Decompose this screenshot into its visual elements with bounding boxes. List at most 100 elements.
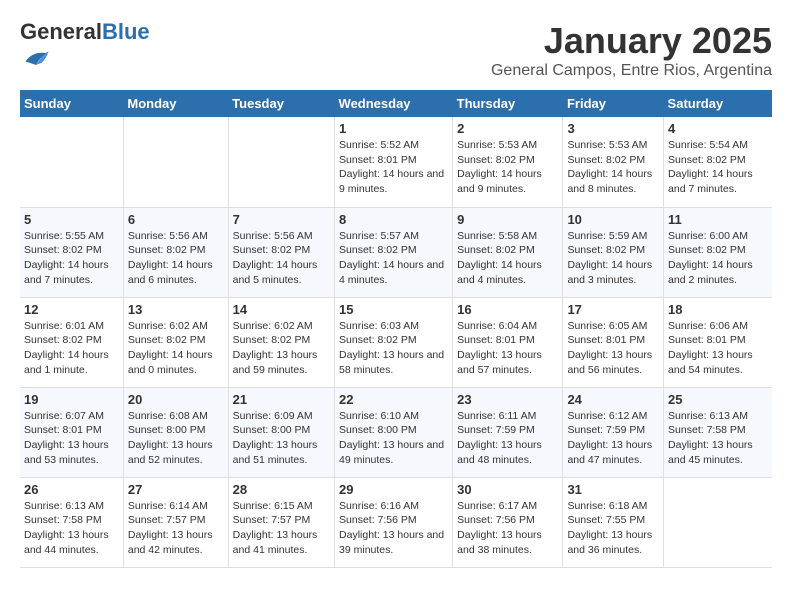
calendar-cell: 6 Sunrise: 5:56 AMSunset: 8:02 PMDaylight… bbox=[123, 207, 228, 297]
calendar-cell: 30 Sunrise: 6:17 AMSunset: 7:56 PMDayligh… bbox=[453, 477, 563, 567]
day-info: Sunrise: 6:15 AMSunset: 7:57 PMDaylight:… bbox=[233, 499, 330, 558]
day-info: Sunrise: 6:17 AMSunset: 7:56 PMDaylight:… bbox=[457, 499, 558, 558]
calendar-cell: 25 Sunrise: 6:13 AMSunset: 7:58 PMDayligh… bbox=[664, 387, 772, 477]
calendar-cell: 28Sunrise: 6:15 AMSunset: 7:57 PMDayligh… bbox=[228, 477, 334, 567]
day-info: Sunrise: 6:18 AMSunset: 7:55 PMDaylight:… bbox=[567, 499, 659, 558]
main-title: January 2025 bbox=[491, 20, 772, 62]
day-info: Sunrise: 6:01 AMSunset: 8:02 PMDaylight:… bbox=[24, 319, 119, 378]
calendar-cell: 5Sunrise: 5:55 AMSunset: 8:02 PMDaylight… bbox=[20, 207, 123, 297]
day-info: Sunrise: 6:08 AMSunset: 8:00 PMDaylight:… bbox=[128, 409, 224, 468]
calendar-week-4: 19 Sunrise: 6:07 AMSunset: 8:01 PMDayligh… bbox=[20, 387, 772, 477]
day-number: 11 bbox=[668, 212, 768, 227]
calendar-week-2: 5Sunrise: 5:55 AMSunset: 8:02 PMDaylight… bbox=[20, 207, 772, 297]
day-info: Sunrise: 5:54 AMSunset: 8:02 PMDaylight:… bbox=[668, 138, 768, 197]
day-info: Sunrise: 6:07 AMSunset: 8:01 PMDaylight:… bbox=[24, 409, 119, 468]
day-of-week-friday: Friday bbox=[563, 90, 664, 117]
day-number: 8 bbox=[339, 212, 448, 227]
calendar-cell: 24 Sunrise: 6:12 AMSunset: 7:59 PMDayligh… bbox=[563, 387, 664, 477]
day-info: Sunrise: 6:14 AMSunset: 7:57 PMDaylight:… bbox=[128, 499, 224, 558]
day-of-week-saturday: Saturday bbox=[664, 90, 772, 117]
calendar-cell: 10 Sunrise: 5:59 AMSunset: 8:02 PMDayligh… bbox=[563, 207, 664, 297]
calendar-cell: 4 Sunrise: 5:54 AMSunset: 8:02 PMDaylight… bbox=[664, 117, 772, 207]
calendar-cell bbox=[664, 477, 772, 567]
calendar-cell: 22 Sunrise: 6:10 AMSunset: 8:00 PMDayligh… bbox=[335, 387, 453, 477]
day-number: 12 bbox=[24, 302, 119, 317]
day-of-week-tuesday: Tuesday bbox=[228, 90, 334, 117]
logo: GeneralBlue bbox=[20, 20, 150, 77]
calendar-cell: 23 Sunrise: 6:11 AMSunset: 7:59 PMDayligh… bbox=[453, 387, 563, 477]
day-of-week-wednesday: Wednesday bbox=[335, 90, 453, 117]
day-number: 27 bbox=[128, 482, 224, 497]
day-of-week-thursday: Thursday bbox=[453, 90, 563, 117]
day-number: 13 bbox=[128, 302, 224, 317]
day-info: Sunrise: 6:03 AMSunset: 8:02 PMDaylight:… bbox=[339, 319, 448, 378]
days-of-week-row: SundayMondayTuesdayWednesdayThursdayFrid… bbox=[20, 90, 772, 117]
day-info: Sunrise: 6:04 AMSunset: 8:01 PMDaylight:… bbox=[457, 319, 558, 378]
calendar-cell: 21 Sunrise: 6:09 AMSunset: 8:00 PMDayligh… bbox=[228, 387, 334, 477]
day-info: Sunrise: 6:16 AMSunset: 7:56 PMDaylight:… bbox=[339, 499, 448, 558]
logo-general-text: General bbox=[20, 19, 102, 44]
day-of-week-sunday: Sunday bbox=[20, 90, 123, 117]
day-info: Sunrise: 5:53 AMSunset: 8:02 PMDaylight:… bbox=[567, 138, 659, 197]
calendar-cell: 13Sunrise: 6:02 AMSunset: 8:02 PMDayligh… bbox=[123, 297, 228, 387]
logo-bird-icon bbox=[22, 44, 50, 72]
logo-blue-text: Blue bbox=[102, 19, 150, 44]
day-info: Sunrise: 6:10 AMSunset: 8:00 PMDaylight:… bbox=[339, 409, 448, 468]
day-info: Sunrise: 5:56 AMSunset: 8:02 PMDaylight:… bbox=[128, 229, 224, 288]
calendar-table: SundayMondayTuesdayWednesdayThursdayFrid… bbox=[20, 90, 772, 568]
calendar-cell: 26 Sunrise: 6:13 AMSunset: 7:58 PMDayligh… bbox=[20, 477, 123, 567]
day-info: Sunrise: 6:13 AMSunset: 7:58 PMDaylight:… bbox=[668, 409, 768, 468]
day-number: 9 bbox=[457, 212, 558, 227]
calendar-week-5: 26 Sunrise: 6:13 AMSunset: 7:58 PMDayligh… bbox=[20, 477, 772, 567]
day-number: 5 bbox=[24, 212, 119, 227]
day-number: 26 bbox=[24, 482, 119, 497]
day-of-week-monday: Monday bbox=[123, 90, 228, 117]
calendar-cell: 31 Sunrise: 6:18 AMSunset: 7:55 PMDayligh… bbox=[563, 477, 664, 567]
calendar-cell: 12 Sunrise: 6:01 AMSunset: 8:02 PMDayligh… bbox=[20, 297, 123, 387]
day-number: 31 bbox=[567, 482, 659, 497]
calendar-week-3: 12 Sunrise: 6:01 AMSunset: 8:02 PMDayligh… bbox=[20, 297, 772, 387]
day-info: Sunrise: 6:13 AMSunset: 7:58 PMDaylight:… bbox=[24, 499, 119, 558]
calendar-cell bbox=[228, 117, 334, 207]
day-info: Sunrise: 5:58 AMSunset: 8:02 PMDaylight:… bbox=[457, 229, 558, 288]
day-number: 7 bbox=[233, 212, 330, 227]
day-number: 6 bbox=[128, 212, 224, 227]
day-info: Sunrise: 6:11 AMSunset: 7:59 PMDaylight:… bbox=[457, 409, 558, 468]
calendar-body: 1 Sunrise: 5:52 AMSunset: 8:01 PMDaylight… bbox=[20, 117, 772, 567]
page-header: GeneralBlue January 2025 General Campos,… bbox=[20, 20, 772, 80]
day-number: 16 bbox=[457, 302, 558, 317]
calendar-cell: 16 Sunrise: 6:04 AMSunset: 8:01 PMDayligh… bbox=[453, 297, 563, 387]
calendar-cell bbox=[123, 117, 228, 207]
day-info: Sunrise: 5:52 AMSunset: 8:01 PMDaylight:… bbox=[339, 138, 448, 197]
day-number: 10 bbox=[567, 212, 659, 227]
day-number: 20 bbox=[128, 392, 224, 407]
calendar-cell: 2Sunrise: 5:53 AMSunset: 8:02 PMDaylight… bbox=[453, 117, 563, 207]
calendar-cell: 8Sunrise: 5:57 AMSunset: 8:02 PMDaylight… bbox=[335, 207, 453, 297]
day-number: 23 bbox=[457, 392, 558, 407]
day-info: Sunrise: 6:09 AMSunset: 8:00 PMDaylight:… bbox=[233, 409, 330, 468]
day-number: 19 bbox=[24, 392, 119, 407]
day-number: 30 bbox=[457, 482, 558, 497]
sub-title: General Campos, Entre Rios, Argentina bbox=[491, 62, 772, 80]
day-number: 14 bbox=[233, 302, 330, 317]
day-number: 4 bbox=[668, 121, 768, 136]
day-number: 25 bbox=[668, 392, 768, 407]
calendar-cell: 17Sunrise: 6:05 AMSunset: 8:01 PMDayligh… bbox=[563, 297, 664, 387]
calendar-cell: 11Sunrise: 6:00 AMSunset: 8:02 PMDayligh… bbox=[664, 207, 772, 297]
day-info: Sunrise: 5:59 AMSunset: 8:02 PMDaylight:… bbox=[567, 229, 659, 288]
calendar-cell: 1 Sunrise: 5:52 AMSunset: 8:01 PMDaylight… bbox=[335, 117, 453, 207]
calendar-cell: 20 Sunrise: 6:08 AMSunset: 8:00 PMDayligh… bbox=[123, 387, 228, 477]
day-info: Sunrise: 6:02 AMSunset: 8:02 PMDaylight:… bbox=[233, 319, 330, 378]
calendar-cell bbox=[20, 117, 123, 207]
day-number: 29 bbox=[339, 482, 448, 497]
day-number: 21 bbox=[233, 392, 330, 407]
calendar-header: SundayMondayTuesdayWednesdayThursdayFrid… bbox=[20, 90, 772, 117]
calendar-cell: 27 Sunrise: 6:14 AMSunset: 7:57 PMDayligh… bbox=[123, 477, 228, 567]
day-number: 3 bbox=[567, 121, 659, 136]
day-number: 1 bbox=[339, 121, 448, 136]
day-number: 15 bbox=[339, 302, 448, 317]
day-info: Sunrise: 6:06 AMSunset: 8:01 PMDaylight:… bbox=[668, 319, 768, 378]
day-number: 24 bbox=[567, 392, 659, 407]
day-number: 22 bbox=[339, 392, 448, 407]
day-info: Sunrise: 6:12 AMSunset: 7:59 PMDaylight:… bbox=[567, 409, 659, 468]
